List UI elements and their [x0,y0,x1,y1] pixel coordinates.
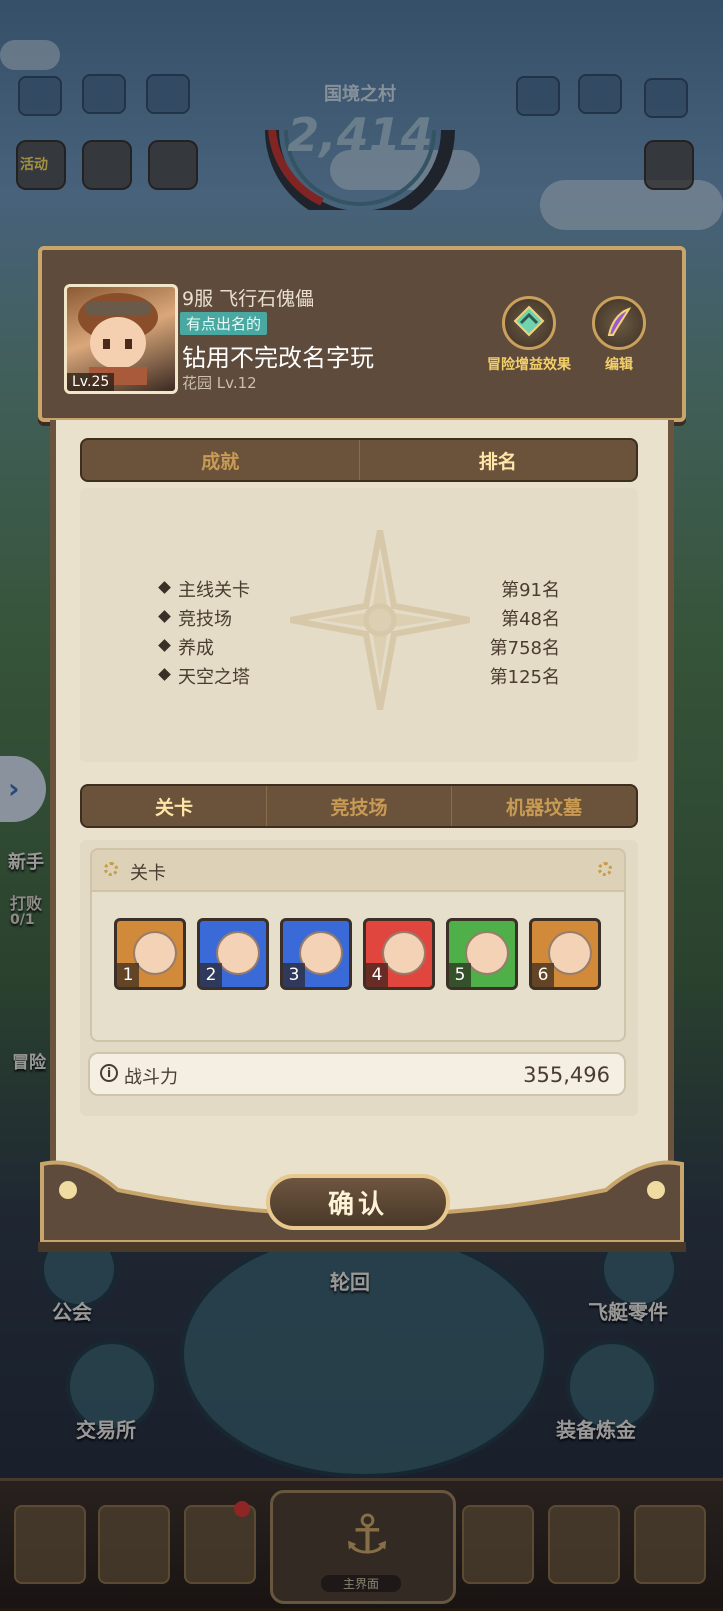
team-lineup-box: 关卡 1 2 3 4 5 6 [90,848,626,1042]
hero-slot-number: 1 [117,963,139,987]
team-panel: 关卡 1 2 3 4 5 6 i 战斗力 355,496 [80,840,638,1116]
ranking-name: 养成 [178,638,214,659]
edit-button[interactable] [592,296,646,350]
server-title: 9服 飞行石傀儡 [182,288,315,310]
bullet-diamond-icon [158,581,171,594]
ranking-row: 主线关卡 第91名 [158,574,560,602]
combat-power-bar: i 战斗力 355,496 [88,1052,626,1096]
team-lineup-title: 关卡 [130,863,166,884]
tab-rankings[interactable]: 排名 [360,440,637,480]
tab-machine-tomb[interactable]: 机器坟墓 [452,786,636,826]
info-tab-bar: 成就 排名 [80,438,638,482]
hero-face [133,931,177,975]
profile-body: 成就 排名 主线关卡 第91名 竞技场 第48名 养成 第758名 天空之塔 第… [50,420,674,1220]
hero-slot-number: 5 [449,963,471,987]
info-icon[interactable]: i [100,1064,118,1082]
quill-icon [607,307,632,336]
hero-face [548,931,592,975]
hero-face [299,931,343,975]
tab-achievements[interactable]: 成就 [82,440,360,480]
gear-icon [104,862,118,876]
hero-portrait[interactable]: 6 [529,918,601,990]
edit-label: 编辑 [605,357,633,373]
rankings-panel: 主线关卡 第91名 竞技场 第48名 养成 第758名 天空之塔 第125名 [80,488,638,762]
bullet-diamond-icon [158,668,171,681]
ranking-name: 竞技场 [178,609,232,630]
ranking-name: 主线关卡 [178,580,250,601]
hero-portrait[interactable]: 5 [446,918,518,990]
player-avatar: Lv.25 [64,284,178,394]
tab-stage[interactable]: 关卡 [82,786,267,826]
hero-slot-number: 2 [200,963,222,987]
hero-face [382,931,426,975]
ranking-row: 养成 第758名 [158,632,560,660]
ranking-value: 第91名 [501,580,560,601]
garden-level: 花园 Lv.12 [182,374,257,392]
combat-power-label: 战斗力 [124,1067,178,1088]
modal-footer: 确认 [38,1160,686,1256]
profile-header: Lv.25 9服 飞行石傀儡 有点出名的 钻用不完改名字玩 花园 Lv.12 冒… [38,246,686,422]
bullet-diamond-icon [158,610,171,623]
hero-slot-number: 3 [283,963,305,987]
hero-portrait[interactable]: 1 [114,918,186,990]
tab-arena[interactable]: 竞技场 [267,786,452,826]
ranking-row: 天空之塔 第125名 [158,661,560,689]
avatar-level: Lv.25 [67,373,115,391]
ranking-value: 第48名 [501,609,560,630]
player-name: 钻用不完改名字玩 [182,344,374,372]
ranking-row: 竞技场 第48名 [158,603,560,631]
hero-portrait[interactable]: 2 [197,918,269,990]
hero-portrait[interactable]: 3 [280,918,352,990]
team-lineup-header: 关卡 [92,850,624,892]
hero-face [465,931,509,975]
combat-power-value: 355,496 [523,1063,610,1087]
ranking-value: 第758名 [489,638,560,659]
hero-face [216,931,260,975]
bullet-diamond-icon [158,639,171,652]
ranking-name: 天空之塔 [178,667,250,688]
gear-icon [598,862,612,876]
player-title-badge: 有点出名的 [180,312,268,335]
mode-tab-bar: 关卡 竞技场 机器坟墓 [80,784,638,828]
ranking-value: 第125名 [489,667,560,688]
avatar-portrait [78,293,158,385]
hero-slot-number: 4 [366,963,388,987]
hero-slot-number: 6 [532,963,554,987]
buff-chevron-icon [513,305,545,337]
hero-portrait[interactable]: 4 [363,918,435,990]
adventure-buff-button[interactable] [502,296,556,350]
confirm-button[interactable]: 确认 [266,1174,450,1230]
